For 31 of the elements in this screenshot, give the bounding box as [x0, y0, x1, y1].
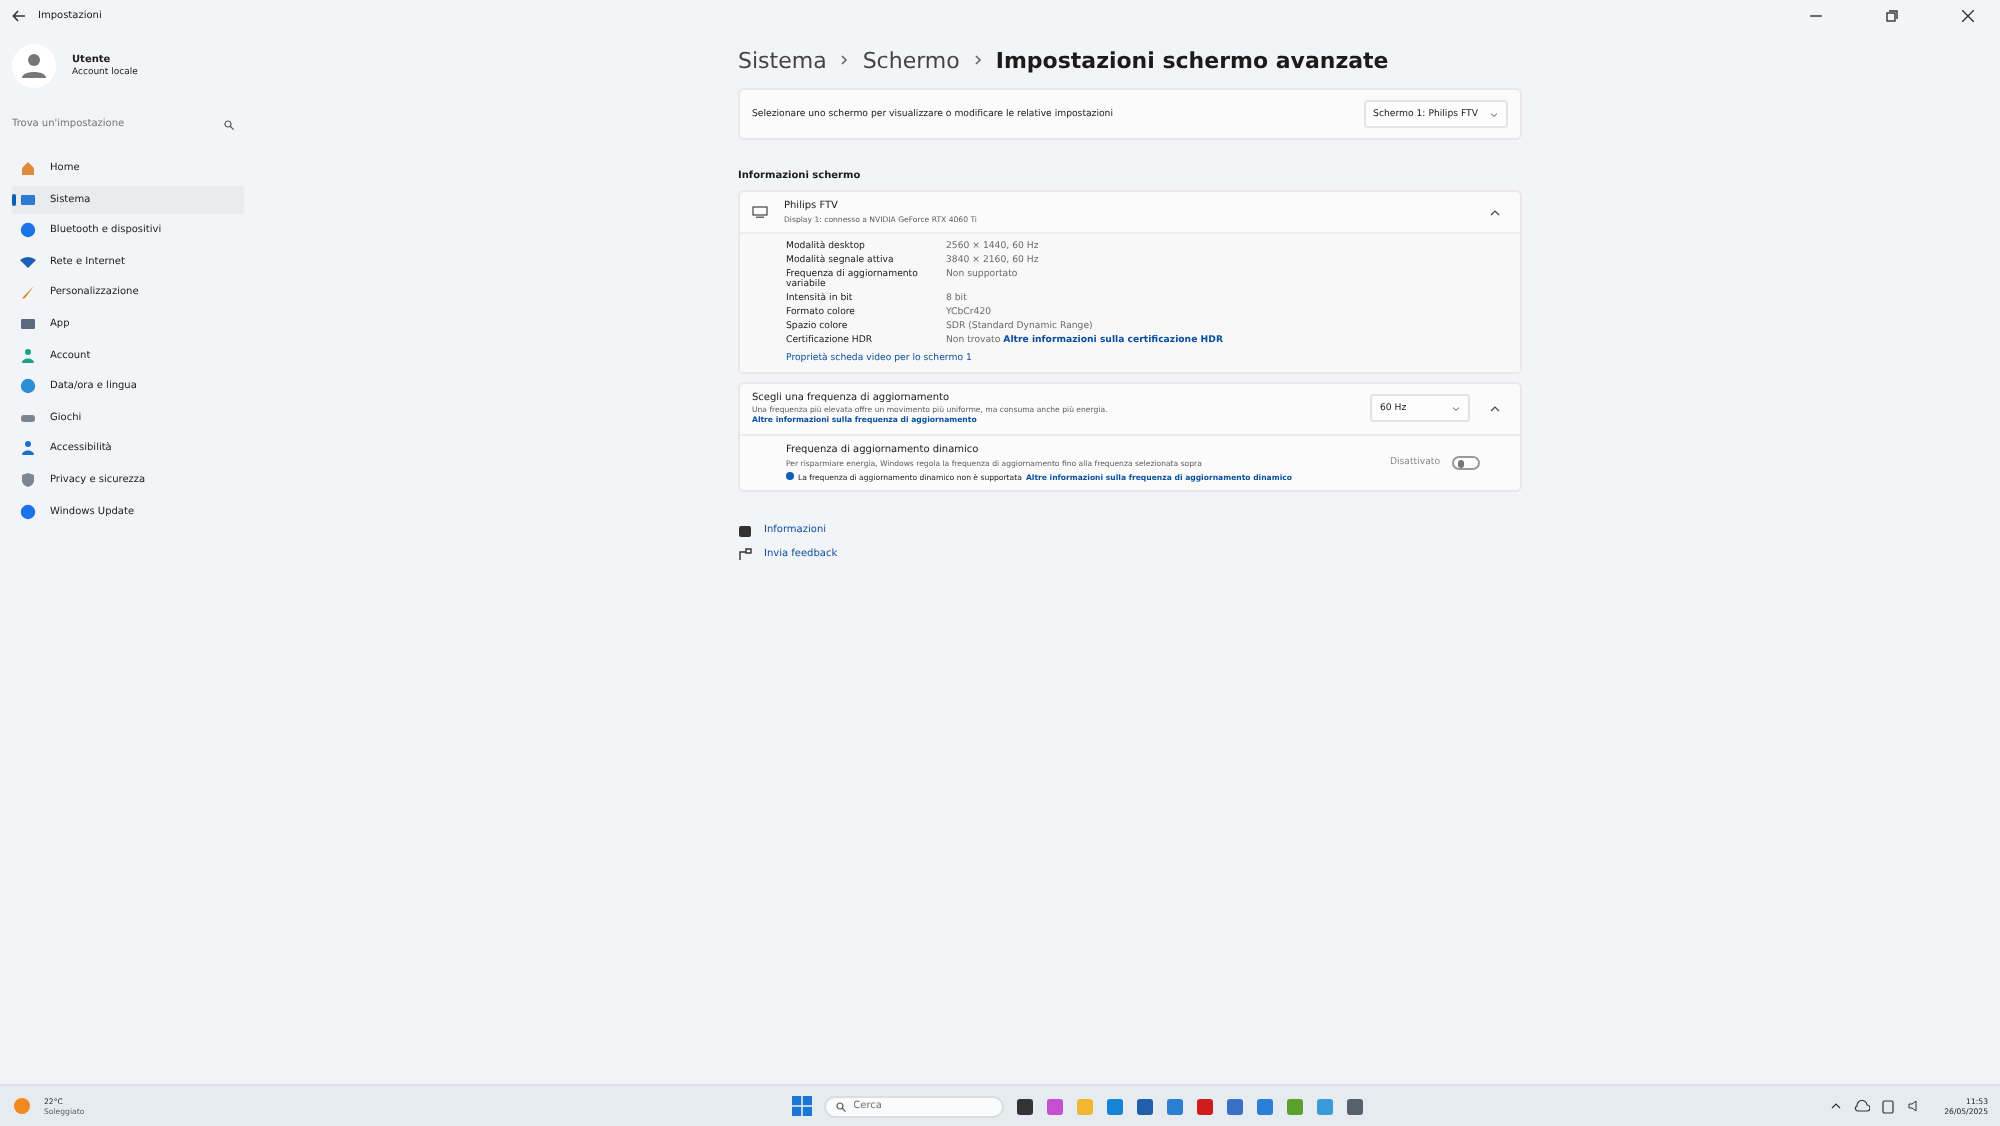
brush-icon: [20, 284, 36, 301]
weather-sun-icon: [12, 1096, 32, 1116]
chevron-down-icon: [1490, 111, 1498, 117]
breadcrumb-link[interactable]: Schermo: [862, 47, 960, 73]
avatar-icon: [12, 44, 56, 88]
page-title: Impostazioni schermo avanzate: [995, 47, 1389, 73]
accessibility-icon: [20, 440, 36, 457]
collapse-chevron-icon[interactable]: [1486, 209, 1504, 215]
shield-icon: [20, 471, 36, 488]
back-arrow-icon[interactable]: [12, 10, 26, 22]
tray-chevron-icon[interactable]: [1830, 1102, 1843, 1110]
start-icon[interactable]: [791, 1096, 812, 1116]
search-icon: [224, 119, 234, 129]
cloud-icon[interactable]: [1854, 1100, 1871, 1112]
chevron-icon: [840, 54, 849, 66]
toggle-switch[interactable]: [1452, 455, 1480, 470]
feedback-icon: [738, 547, 752, 562]
monitor-icon: [20, 191, 36, 208]
chevron-icon: [973, 54, 982, 66]
selection-indicator: [12, 193, 15, 206]
speaker-icon[interactable]: [1908, 1100, 1921, 1112]
device-icon[interactable]: [1882, 1099, 1897, 1113]
monitor-icon: [752, 206, 768, 218]
chevron-down-icon: [1452, 405, 1460, 412]
search-icon: [835, 1101, 846, 1111]
person-icon: [20, 347, 36, 364]
collapse-chevron-icon[interactable]: [1486, 405, 1504, 412]
home-icon: [20, 160, 36, 176]
wifi-icon: [20, 253, 36, 270]
info-dot-icon: [786, 472, 794, 481]
breadcrumb-link[interactable]: Sistema: [738, 47, 827, 73]
